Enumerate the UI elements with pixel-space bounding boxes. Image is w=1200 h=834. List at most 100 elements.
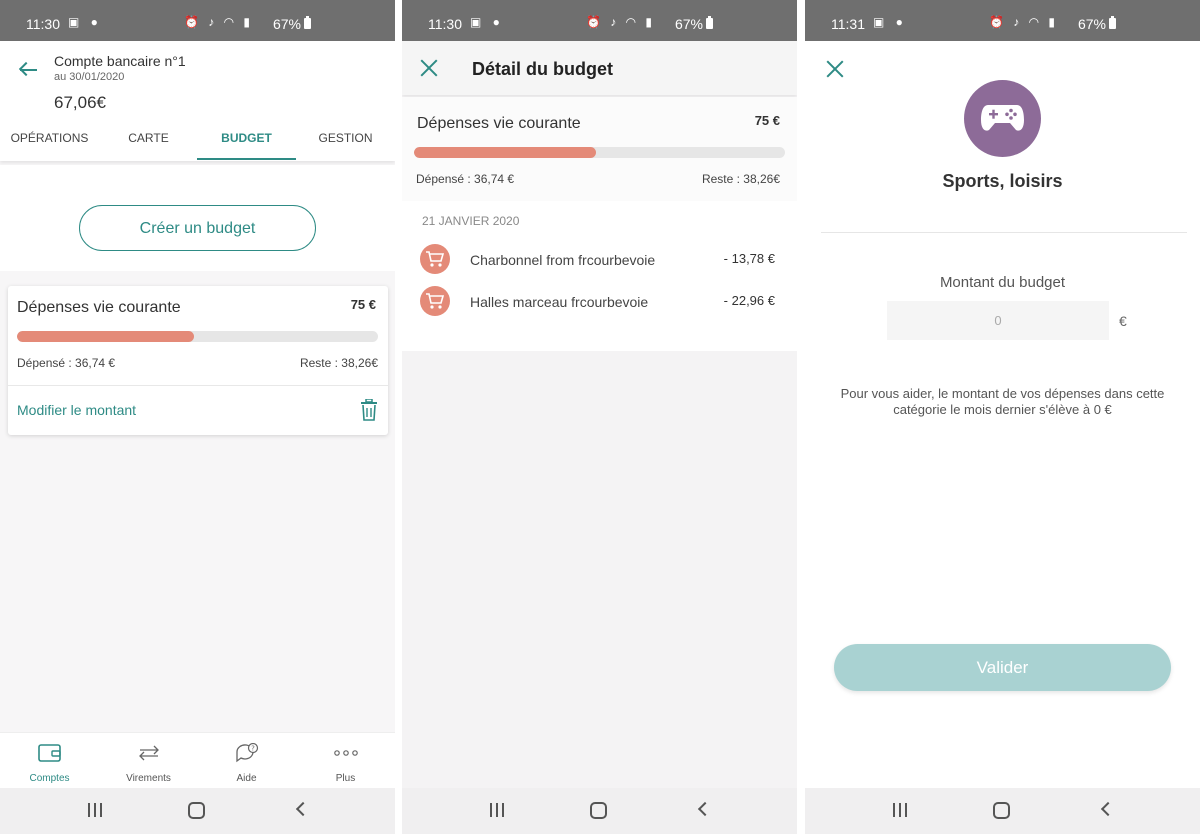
trash-icon[interactable] [360,399,378,421]
budget-total: 75 € [754,113,780,128]
close-icon[interactable] [826,60,844,78]
battery-level: 67% [272,16,301,32]
category-avatar [964,80,1041,157]
wallet-icon [37,744,61,762]
back-icon[interactable] [697,801,713,817]
budget-card[interactable]: Dépenses vie courante 75 € Dépensé : 36,… [8,286,388,435]
budget-progress-fill [17,331,194,342]
category-form: Sports, loisirs Montant du budget € Pour… [805,41,1200,788]
transfer-icon [138,745,159,761]
status-bar: 11:31 ▣ ● ⏰ ♪ ◠ ▮ 67% [805,0,1200,41]
transaction-label: Halles marceau frcourbevoie [470,294,649,310]
transaction-amount: - 13,78 € [723,251,775,266]
date-header: 21 JANVIER 2020 [422,214,520,228]
modify-amount-link[interactable]: Modifier le montant [17,402,136,418]
system-icons: ⏰ ♪ ◠ ▮ [988,15,1058,29]
budget-progress-bar [414,147,785,158]
system-nav-bar [805,788,1200,834]
budget-screen: 11:30 ▣ ● ⏰ ♪ ◠ ▮ 67% Compte bancaire n°… [0,0,395,834]
tab-budget[interactable]: BUDGET [197,131,296,145]
nav-comptes[interactable]: Comptes [0,739,99,787]
status-time: 11:30 [428,16,462,32]
transaction-amount: - 22,96 € [723,293,775,308]
account-balance: 67,06€ [54,93,106,112]
transaction-label: Charbonnel from frcourbevoie [470,252,656,268]
transaction-row[interactable]: Charbonnel from frcourbevoie - 13,78 € [402,244,797,274]
system-nav-bar [402,788,797,834]
budget-progress-fill [414,147,596,158]
empty-area [402,351,797,788]
create-budget-area: Créer un budget [0,165,395,271]
budget-summary: Dépenses vie courante 75 € Dépensé : 36,… [402,97,797,201]
cart-icon [420,286,450,316]
status-bar: 11:30 ▣ ● ⏰ ♪ ◠ ▮ 67% [0,0,395,41]
amount-input[interactable] [887,301,1109,340]
nav-aide[interactable]: ? Aide [197,739,296,787]
notification-icons: ▣ ● [470,15,504,29]
help-text: Pour vous aider, le montant de vos dépen… [840,386,1165,417]
svg-text:?: ? [251,745,255,753]
page-title: Détail du budget [472,59,613,79]
budget-spent: Dépensé : 36,74 € [17,356,116,370]
active-tab-indicator [197,158,296,160]
notification-icons: ▣ ● [68,15,102,29]
card-divider [8,385,388,386]
create-budget-button[interactable]: Créer un budget [79,205,316,251]
transactions-list: 21 JANVIER 2020 Charbonnel from frcourbe… [402,201,797,351]
help-chat-icon: ? [235,743,258,763]
close-icon[interactable] [420,59,438,77]
gamepad-icon [981,105,1024,131]
battery-level: 67% [674,16,703,32]
budget-total: 75 € [350,297,376,312]
tab-carte[interactable]: CARTE [99,131,198,145]
nav-plus-label: Plus [335,773,356,784]
battery-icon [706,16,713,29]
tab-gestion[interactable]: GESTION [296,131,395,145]
budget-spent: Dépensé : 36,74 € [416,172,515,186]
budget-rest: Reste : 38,26€ [299,356,378,370]
home-icon[interactable] [590,802,607,819]
nav-plus[interactable]: Plus [296,739,395,787]
system-icons: ⏰ ♪ ◠ ▮ [183,15,253,29]
currency-symbol: € [1119,313,1127,329]
transaction-row[interactable]: Halles marceau frcourbevoie - 22,96 € [402,286,797,316]
nav-comptes-label: Comptes [29,773,70,784]
budget-title: Dépenses vie courante [17,299,181,316]
system-nav-bar [0,788,395,834]
budget-title: Dépenses vie courante [417,115,581,132]
nav-virements-label: Virements [126,773,171,784]
nav-virements[interactable]: Virements [99,739,198,787]
validate-button[interactable]: Valider [834,644,1171,691]
battery-level: 67% [1077,16,1106,32]
battery-icon [304,16,311,29]
recent-apps-icon[interactable] [88,803,102,817]
account-name: Compte bancaire n°1 [54,53,186,69]
account-date: au 30/01/2020 [54,71,125,83]
amount-label: Montant du budget [939,274,1066,291]
system-icons: ⏰ ♪ ◠ ▮ [585,15,655,29]
status-bar: 11:30 ▣ ● ⏰ ♪ ◠ ▮ 67% [402,0,797,41]
category-name: Sports, loisirs [942,171,1063,191]
budget-rest: Reste : 38,26€ [701,172,780,186]
cart-icon [420,244,450,274]
tab-operations[interactable]: OPÉRATIONS [0,131,99,145]
back-icon[interactable] [1100,801,1116,817]
detail-header: Détail du budget [402,41,797,95]
category-budget-screen: 11:31 ▣ ● ⏰ ♪ ◠ ▮ 67% Sports, loisirs Mo… [805,0,1200,834]
back-arrow-icon[interactable] [18,61,40,79]
account-header: Compte bancaire n°1 au 30/01/2020 67,06€… [0,41,395,161]
battery-icon [1109,16,1116,29]
budget-detail-screen: 11:30 ▣ ● ⏰ ♪ ◠ ▮ 67% Détail du budget D… [402,0,797,834]
status-time: 11:30 [26,16,60,32]
recent-apps-icon[interactable] [893,803,907,817]
budget-progress-bar [17,331,378,342]
section-divider [821,232,1187,233]
recent-apps-icon[interactable] [490,803,504,817]
nav-aide-label: Aide [236,773,257,784]
notification-icons: ▣ ● [873,15,907,29]
home-icon[interactable] [993,802,1010,819]
home-icon[interactable] [188,802,205,819]
status-time: 11:31 [831,16,865,32]
back-icon[interactable] [295,801,311,817]
more-icon [333,750,358,756]
